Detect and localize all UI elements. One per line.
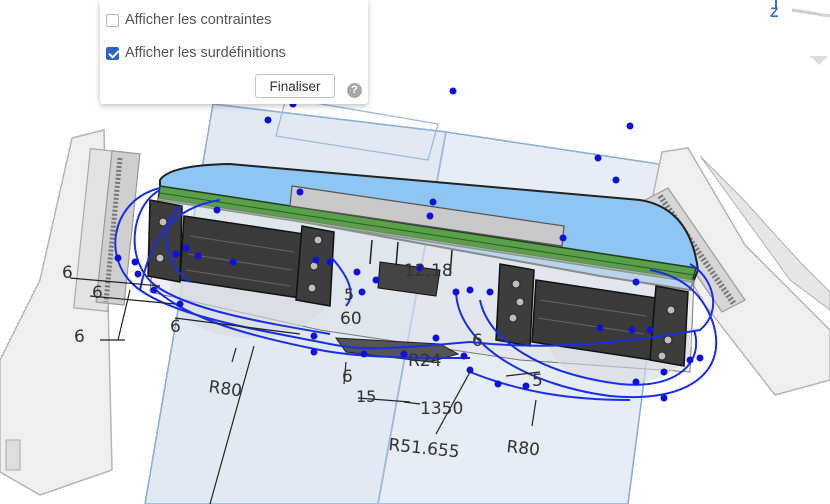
dimension-label: 60 <box>340 309 362 329</box>
show-constraints-checkbox[interactable] <box>106 13 119 27</box>
dimension-label: 15 <box>356 387 376 406</box>
dimension-label: 6 <box>342 367 353 387</box>
left-wheel-assembly <box>0 129 141 496</box>
dimension-label: 1350 <box>420 399 463 419</box>
help-icon[interactable]: ? <box>347 83 362 98</box>
show-overdefined-option[interactable]: Afficher les surdéfinitions <box>106 45 286 61</box>
dimension-label: 6 <box>472 331 483 351</box>
dimension-label: R24 <box>408 351 441 371</box>
show-constraints-label: Afficher les contraintes <box>125 12 272 28</box>
dimension-label: 6 <box>74 327 85 347</box>
finalize-button[interactable]: Finaliser <box>255 74 335 98</box>
show-overdefined-checkbox[interactable] <box>106 46 119 60</box>
view-triad[interactable] <box>775 0 830 18</box>
dimension-label: 6 <box>170 317 181 337</box>
dimension-label: 6 <box>92 283 103 303</box>
show-overdefined-label: Afficher les surdéfinitions <box>125 45 286 61</box>
dimension-label: 12.18 <box>404 261 453 281</box>
dimension-label: 5 <box>532 371 543 391</box>
view-cube-dropdown-icon[interactable] <box>810 56 828 65</box>
dimension-label: 6 <box>62 263 73 283</box>
sketch-options-panel: Afficher les contraintes Afficher les su… <box>100 0 368 104</box>
dimension-label: 5 <box>344 285 354 304</box>
dimension-label: R80 <box>505 437 540 460</box>
z-axis-label: Z <box>770 4 779 20</box>
show-constraints-option[interactable]: Afficher les contraintes <box>106 12 271 28</box>
